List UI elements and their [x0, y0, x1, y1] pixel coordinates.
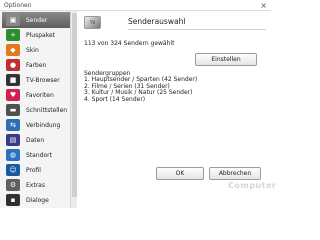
sidebar-item-label: Daten: [26, 136, 45, 144]
skin-icon: ◆: [6, 44, 20, 56]
sidebar-item-daten[interactable]: ▤ Daten: [2, 132, 70, 148]
sidebar-item-standort[interactable]: ◍ Standort: [2, 147, 70, 163]
tv-icon: ▣: [6, 14, 20, 26]
sidebar-item-skin[interactable]: ◆ Skin: [2, 42, 70, 58]
channel-count: 113 von 324 Sendern gewählt: [84, 40, 175, 47]
sidebar-item-favoriten[interactable]: ♥ Favoriten: [2, 87, 70, 103]
sidebar-item-label: Extras: [26, 181, 45, 189]
sidebar-item-label: Profil: [26, 166, 41, 174]
window-titlebar: Optionen ×: [0, 0, 271, 11]
ok-button[interactable]: OK: [156, 167, 204, 180]
sidebar-item-label: Farben: [26, 61, 47, 69]
dialog-icon: ▪: [6, 194, 20, 206]
sidebar-item-farben[interactable]: ● Farben: [2, 57, 70, 73]
settings-button[interactable]: Einstellen: [195, 53, 257, 66]
sidebar-item-label: Favoriten: [26, 91, 54, 99]
sidebar-item-label: Schnittstellen: [26, 106, 68, 114]
gear-icon: ⚙: [6, 179, 20, 191]
sidebar: ▣ Sender + Pluspaket ◆ Skin ● Farben ■ TV-Browser…: [0, 11, 77, 208]
tv-logo: TV: [84, 16, 101, 29]
cancel-button[interactable]: Abbrechen: [209, 167, 261, 180]
list-item: 4. Sport (14 Sender): [84, 95, 146, 103]
heading-divider: [128, 29, 266, 30]
globe-icon: ◍: [6, 149, 20, 161]
sidebar-item-dialoge[interactable]: ▪ Dialoge: [2, 192, 70, 208]
data-icon: ▤: [6, 134, 20, 146]
connection-icon: ⇆: [6, 119, 20, 131]
sidebar-item-schnittstellen[interactable]: ▬ Schnittstellen: [2, 102, 70, 118]
sidebar-item-label: Pluspaket: [26, 31, 56, 39]
window-title: Optionen: [4, 2, 32, 9]
sidebar-scrollbar-thumb[interactable]: [72, 13, 77, 197]
palette-icon: ●: [6, 59, 20, 71]
page-title: Senderauswahl: [128, 17, 186, 26]
watermark: Computer: [228, 181, 277, 190]
sidebar-item-label: Verbindung: [26, 121, 61, 129]
sidebar-item-label: Standort: [26, 151, 52, 159]
sidebar-item-label: TV-Browser: [26, 76, 60, 84]
sidebar-item-pluspaket[interactable]: + Pluspaket: [2, 27, 70, 43]
heart-icon: ♥: [6, 89, 20, 101]
sidebar-item-label: Sender: [26, 16, 48, 24]
sidebar-item-sender[interactable]: ▣ Sender: [2, 12, 70, 28]
close-icon[interactable]: ×: [260, 0, 267, 11]
sidebar-item-label: Skin: [26, 46, 39, 54]
sidebar-item-profil[interactable]: ☺ Profil: [2, 162, 70, 178]
sidebar-item-label: Dialoge: [26, 196, 49, 204]
sidebar-item-extras[interactable]: ⚙ Extras: [2, 177, 70, 193]
group-list: 1. Hauptsender / Sparten (42 Sender) 2. …: [84, 76, 197, 103]
package-icon: +: [6, 29, 20, 41]
sidebar-item-verbindung[interactable]: ⇆ Verbindung: [2, 117, 70, 133]
plug-icon: ▬: [6, 104, 20, 116]
sidebar-item-tv-browser[interactable]: ■ TV-Browser: [2, 72, 70, 88]
profile-icon: ☺: [6, 164, 20, 176]
browser-icon: ■: [6, 74, 20, 86]
main-panel: TV Senderauswahl 113 von 324 Sendern gew…: [78, 11, 276, 208]
sidebar-scrollbar[interactable]: [70, 11, 77, 208]
